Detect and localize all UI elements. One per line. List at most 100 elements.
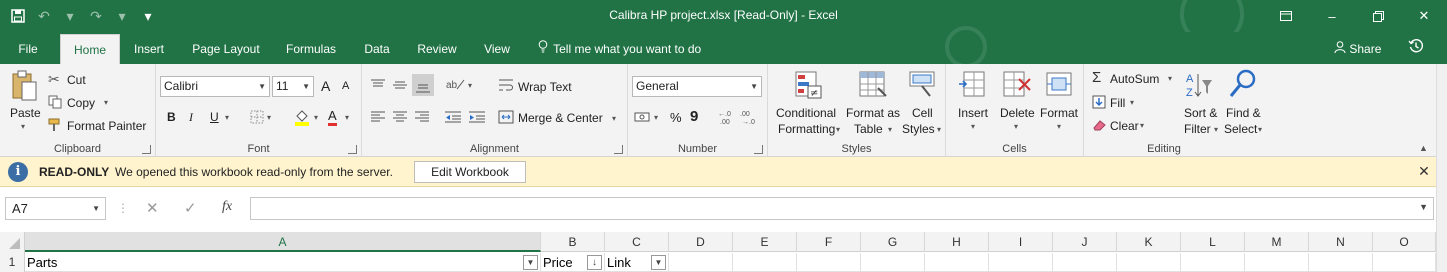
close-icon[interactable]: ✕ xyxy=(1416,163,1432,179)
fill-button[interactable]: Fill ▾ xyxy=(1090,94,1150,112)
column-header-g[interactable]: G xyxy=(861,232,925,252)
underline-button[interactable]: U xyxy=(210,110,219,124)
tab-review[interactable]: Review xyxy=(410,34,464,64)
orientation-dropdown-icon[interactable]: ▾ xyxy=(468,81,472,90)
tab-insert[interactable]: Insert xyxy=(126,34,172,64)
font-color-button[interactable]: A xyxy=(328,108,337,126)
find-select-button[interactable]: Find & Select ▾ xyxy=(1222,68,1264,140)
insert-function-button[interactable]: fx xyxy=(222,199,232,215)
table-cell[interactable] xyxy=(1181,253,1245,272)
column-header-o[interactable]: O xyxy=(1373,232,1436,252)
tab-file[interactable]: File xyxy=(8,34,48,64)
ribbon-display-options-icon[interactable] xyxy=(1263,0,1309,32)
filter-dropdown-icon[interactable]: ▼ xyxy=(651,255,666,270)
expand-formula-bar-icon[interactable]: ▼ xyxy=(1419,202,1428,212)
table-cell[interactable]: Parts ▼ xyxy=(25,253,541,272)
table-cell[interactable] xyxy=(1245,253,1309,272)
column-header-l[interactable]: L xyxy=(1181,232,1245,252)
decrease-indent-icon[interactable] xyxy=(444,110,462,127)
table-cell[interactable] xyxy=(861,253,925,272)
table-cell[interactable]: Price ↓ xyxy=(541,253,605,272)
table-cell[interactable] xyxy=(669,253,733,272)
autosum-button[interactable]: Σ AutoSum ▾ xyxy=(1090,69,1176,88)
merge-center-dropdown-icon[interactable]: ▾ xyxy=(612,114,616,123)
percent-button[interactable]: % xyxy=(670,110,682,125)
column-header-d[interactable]: D xyxy=(669,232,733,252)
tab-formulas[interactable]: Formulas xyxy=(280,34,342,64)
paste-button[interactable]: Paste ▾ xyxy=(6,70,42,131)
fill-color-icon[interactable] xyxy=(294,108,310,129)
font-name-dropdown[interactable]: Calibri ▼ xyxy=(160,76,270,97)
delete-cells-button[interactable]: Delete ▾ xyxy=(996,68,1038,140)
sort-ascending-filter-icon[interactable]: ↓ xyxy=(587,255,602,270)
cancel-entry-icon[interactable]: ✕ xyxy=(146,199,159,217)
tab-home[interactable]: Home xyxy=(60,34,120,64)
row-header[interactable]: 1 xyxy=(0,253,25,272)
format-as-table-button[interactable]: Format as Table ▾ xyxy=(844,68,902,140)
clear-button[interactable]: Clear ▾ xyxy=(1090,117,1160,135)
feedback-icon[interactable] xyxy=(1406,38,1426,58)
font-color-dropdown-icon[interactable]: ▾ xyxy=(345,113,349,122)
bottom-align-icon[interactable] xyxy=(412,74,434,96)
tab-page-layout[interactable]: Page Layout xyxy=(186,34,266,64)
edit-workbook-button[interactable]: Edit Workbook xyxy=(414,161,526,183)
table-cell[interactable] xyxy=(1309,253,1373,272)
tell-me-search[interactable]: Tell me what you want to do xyxy=(536,34,701,64)
number-dialog-launcher[interactable] xyxy=(754,145,763,154)
table-cell[interactable] xyxy=(733,253,797,272)
table-cell[interactable] xyxy=(1117,253,1181,272)
merge-center-button[interactable]: Merge & Center xyxy=(518,111,603,125)
column-header-h[interactable]: H xyxy=(925,232,989,252)
filter-dropdown-icon[interactable]: ▼ xyxy=(523,255,538,270)
table-cell[interactable] xyxy=(797,253,861,272)
table-cell[interactable] xyxy=(1373,253,1436,272)
table-cell[interactable] xyxy=(1053,253,1117,272)
column-header-b[interactable]: B xyxy=(541,232,605,252)
comma-style-button[interactable]: 9 xyxy=(690,108,698,125)
align-left-icon[interactable] xyxy=(370,110,386,127)
name-box[interactable]: A7 ▼ xyxy=(5,197,106,220)
minimize-icon[interactable]: – xyxy=(1309,0,1355,32)
number-format-dropdown[interactable]: General ▼ xyxy=(632,76,762,97)
grow-font-button[interactable]: A xyxy=(321,78,330,94)
align-right-icon[interactable] xyxy=(414,110,430,127)
middle-align-icon[interactable] xyxy=(392,78,408,95)
top-align-icon[interactable] xyxy=(370,78,386,95)
increase-indent-icon[interactable] xyxy=(468,110,486,127)
column-header-m[interactable]: M xyxy=(1245,232,1309,252)
column-header-k[interactable]: K xyxy=(1117,232,1181,252)
borders-dropdown-icon[interactable]: ▾ xyxy=(267,113,271,122)
wrap-text-button[interactable]: Wrap Text xyxy=(518,80,572,94)
decrease-decimal-icon[interactable]: .00 →.0 xyxy=(740,108,758,129)
orientation-icon[interactable]: ab xyxy=(446,76,466,95)
column-header-e[interactable]: E xyxy=(733,232,797,252)
table-cell[interactable] xyxy=(925,253,989,272)
formula-bar-grip[interactable]: ⋮ xyxy=(117,201,129,215)
bold-button[interactable]: B xyxy=(167,110,176,124)
conditional-formatting-button[interactable]: ≠ Conditional Formatting ▾ xyxy=(772,68,844,140)
tab-data[interactable]: Data xyxy=(356,34,398,64)
currency-dropdown-icon[interactable]: ▾ xyxy=(654,113,658,122)
table-cell[interactable]: Link ▼ xyxy=(605,253,669,272)
formula-input[interactable]: ▼ xyxy=(250,197,1434,220)
share-button[interactable]: Share xyxy=(1334,34,1381,64)
font-dialog-launcher[interactable] xyxy=(348,145,357,154)
tab-view[interactable]: View xyxy=(476,34,518,64)
align-center-icon[interactable] xyxy=(392,110,408,127)
insert-cells-button[interactable]: Insert ▾ xyxy=(954,68,994,140)
borders-icon[interactable] xyxy=(250,110,264,127)
column-header-i[interactable]: I xyxy=(989,232,1053,252)
format-painter-button[interactable]: Format Painter xyxy=(48,116,152,136)
column-header-j[interactable]: J xyxy=(1053,232,1117,252)
restore-icon[interactable] xyxy=(1355,0,1401,32)
collapse-ribbon-icon[interactable]: ▲ xyxy=(1419,143,1428,153)
table-cell[interactable] xyxy=(989,253,1053,272)
format-cells-button[interactable]: Format ▾ xyxy=(1040,68,1082,140)
currency-icon[interactable] xyxy=(634,110,650,127)
increase-decimal-icon[interactable]: ←.0.00 xyxy=(718,108,736,129)
close-icon[interactable]: ✕ xyxy=(1401,0,1447,32)
column-header-f[interactable]: F xyxy=(797,232,861,252)
column-header-a[interactable]: A xyxy=(25,232,541,252)
column-header-n[interactable]: N xyxy=(1309,232,1373,252)
alignment-dialog-launcher[interactable] xyxy=(614,145,623,154)
